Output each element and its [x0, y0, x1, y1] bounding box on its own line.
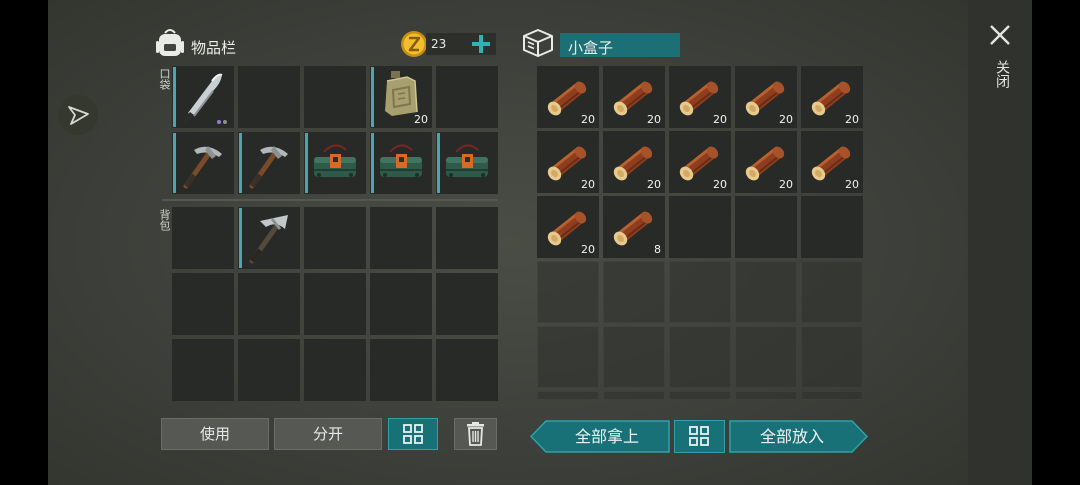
backpack-label: 背包 — [158, 209, 171, 231]
item-count: 20 — [845, 178, 859, 191]
backpack-slot[interactable] — [370, 273, 432, 335]
container-slot[interactable] — [801, 326, 863, 388]
backpack-slot[interactable] — [370, 339, 432, 401]
container-slot[interactable]: 20 — [801, 131, 863, 193]
backpack-slot[interactable] — [304, 339, 366, 401]
sort-container-button[interactable] — [674, 420, 725, 453]
container-slot[interactable] — [537, 391, 599, 400]
item-count: 20 — [713, 113, 727, 126]
pocket-slot[interactable] — [238, 132, 300, 194]
item-count: 20 — [414, 113, 428, 126]
backpack-slot[interactable] — [304, 207, 366, 269]
item-count: 20 — [845, 113, 859, 126]
container-slot[interactable] — [735, 196, 797, 258]
take-all-button[interactable]: 全部拿上 — [529, 420, 670, 453]
container-slot[interactable] — [603, 261, 665, 323]
backpack-slot[interactable] — [172, 273, 234, 335]
container-slot[interactable]: 20 — [537, 196, 599, 258]
item-count: 20 — [581, 243, 595, 256]
container-slot[interactable] — [801, 261, 863, 323]
trash-button[interactable] — [454, 418, 497, 450]
container-slot[interactable]: 20 — [669, 131, 731, 193]
coin-icon — [400, 30, 428, 58]
container-slot[interactable] — [669, 261, 731, 323]
container-slot[interactable]: 20 — [735, 66, 797, 128]
coin-count: 23 — [431, 37, 447, 51]
pocket-divider — [162, 199, 498, 201]
container-slot[interactable]: 20 — [603, 66, 665, 128]
container-slot[interactable] — [537, 261, 599, 323]
backpack-slot[interactable] — [238, 339, 300, 401]
plus-icon[interactable] — [471, 34, 491, 54]
pocket-slot[interactable]: 20 — [370, 66, 432, 128]
backpack-icon — [155, 27, 185, 59]
close-icon[interactable] — [988, 23, 1012, 47]
backpack-slot[interactable] — [172, 207, 234, 269]
container-slot[interactable] — [537, 326, 599, 388]
item-count: 20 — [647, 113, 661, 126]
container-slot[interactable] — [603, 326, 665, 388]
pocket-label: 口袋 — [158, 68, 171, 90]
close-label[interactable]: 关闭 — [992, 60, 1012, 88]
backpack-slot[interactable] — [370, 207, 432, 269]
backpack-slot[interactable] — [172, 339, 234, 401]
backpack-slot[interactable] — [436, 207, 498, 269]
item-count: 20 — [647, 178, 661, 191]
pocket-slot[interactable] — [304, 66, 366, 128]
pocket-slot[interactable] — [436, 132, 498, 194]
pocket-slot[interactable] — [172, 66, 234, 128]
container-slot[interactable] — [801, 196, 863, 258]
container-slot[interactable]: 20 — [801, 66, 863, 128]
backpack-slot[interactable] — [436, 273, 498, 335]
item-count: 20 — [779, 178, 793, 191]
container-slot[interactable]: 20 — [735, 131, 797, 193]
container-slot[interactable] — [669, 196, 731, 258]
container-slot[interactable] — [801, 391, 863, 400]
backpack-slot[interactable] — [238, 207, 300, 269]
container-slot[interactable] — [735, 261, 797, 323]
pocket-slot[interactable] — [304, 132, 366, 194]
pocket-slot[interactable] — [370, 132, 432, 194]
container-title: 小盒子 — [568, 39, 614, 57]
box-icon — [521, 27, 555, 59]
container-slot[interactable] — [669, 391, 731, 400]
item-count: 20 — [713, 178, 727, 191]
use-button[interactable]: 使用 — [161, 418, 269, 450]
container-slot[interactable]: 20 — [537, 66, 599, 128]
container-slot[interactable] — [735, 326, 797, 388]
item-count: 8 — [654, 243, 661, 256]
backpack-slot[interactable] — [304, 273, 366, 335]
grid-sort-icon — [689, 426, 709, 446]
put-all-label: 全部放入 — [759, 427, 824, 446]
container-slot[interactable] — [669, 326, 731, 388]
container-slot[interactable]: 20 — [603, 131, 665, 193]
pocket-slot[interactable] — [172, 132, 234, 194]
inventory-title: 物品栏 — [191, 39, 237, 57]
backpack-slot[interactable] — [238, 273, 300, 335]
container-slot[interactable]: 20 — [537, 131, 599, 193]
container-slot[interactable]: 8 — [603, 196, 665, 258]
item-count: 20 — [779, 113, 793, 126]
pocket-slot[interactable] — [436, 66, 498, 128]
put-all-button[interactable]: 全部放入 — [729, 420, 869, 453]
compass-icon[interactable] — [58, 95, 98, 135]
split-button[interactable]: 分开 — [274, 418, 382, 450]
pocket-slot[interactable] — [238, 66, 300, 128]
container-slot[interactable] — [603, 391, 665, 400]
sort-inventory-button[interactable] — [388, 418, 438, 450]
backpack-slot[interactable] — [436, 339, 498, 401]
trash-icon — [467, 422, 484, 446]
container-slot[interactable] — [735, 391, 797, 400]
container-slot[interactable]: 20 — [669, 66, 731, 128]
item-count: 20 — [581, 178, 595, 191]
item-count: 20 — [581, 113, 595, 126]
take-all-label: 全部拿上 — [574, 427, 639, 446]
grid-sort-icon — [403, 424, 423, 444]
